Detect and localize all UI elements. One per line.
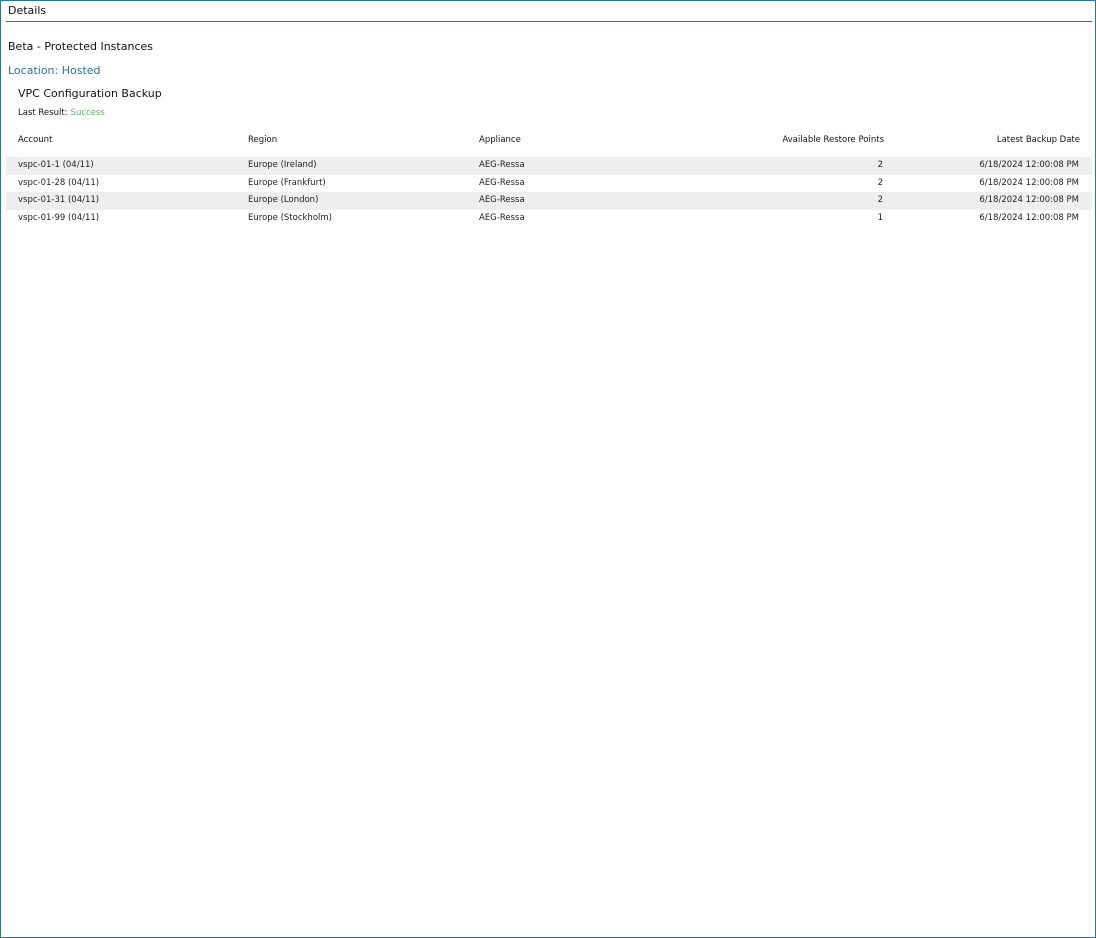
column-header-region: Region [248, 135, 278, 145]
cell-latest-backup-date: 6/18/2024 12:00:08 PM [979, 177, 1079, 188]
cell-account: vspc-01-31 (04/11) [18, 195, 100, 205]
last-result-value: Success [70, 108, 105, 118]
cell-region: Europe (London) [248, 195, 319, 205]
table-header-row: Account Region Appliance Available Resto… [6, 132, 1092, 157]
cell-account: vspc-01-1 (04/11) [18, 160, 94, 170]
cell-latest-backup-date: 6/18/2024 12:00:08 PM [979, 212, 1079, 223]
cell-region: Europe (Frankfurt) [248, 177, 326, 188]
panel-title: Details [8, 4, 47, 17]
cell-region: Europe (Ireland) [248, 160, 317, 170]
details-panel: Details Beta - Protected Instances Locat… [0, 0, 1096, 938]
cell-appliance: AEG-Ressa [479, 177, 525, 188]
table-row: vspc-01-99 (04/11) Europe (Stockholm) AE… [6, 210, 1092, 228]
cell-account: vspc-01-28 (04/11) [18, 177, 100, 188]
cell-latest-backup-date: 6/18/2024 12:00:08 PM [979, 160, 1079, 170]
report-title: Beta - Protected Instances [8, 40, 153, 53]
instances-table: Account Region Appliance Available Resto… [6, 132, 1092, 227]
column-header-restore-points: Available Restore Points [782, 135, 884, 145]
location-label: Location: Hosted [8, 64, 101, 77]
cell-appliance: AEG-Ressa [479, 212, 525, 223]
column-header-account: Account [18, 135, 53, 145]
last-result: Last Result: Success [18, 108, 105, 118]
cell-appliance: AEG-Ressa [479, 195, 525, 205]
cell-latest-backup-date: 6/18/2024 12:00:08 PM [979, 195, 1079, 205]
column-header-appliance: Appliance [479, 135, 521, 145]
cell-restore-points: 2 [877, 195, 883, 205]
cell-account: vspc-01-99 (04/11) [18, 212, 100, 223]
cell-appliance: AEG-Ressa [479, 160, 525, 170]
last-result-label: Last Result: [18, 108, 68, 118]
column-header-latest-backup-date: Latest Backup Date [996, 135, 1080, 145]
table-row: vspc-01-28 (04/11) Europe (Frankfurt) AE… [6, 175, 1092, 193]
table-row: vspc-01-1 (04/11) Europe (Ireland) AEG-R… [6, 157, 1092, 175]
cell-restore-points: 2 [877, 177, 883, 188]
panel-header: Details [6, 1, 1092, 22]
table-row: vspc-01-31 (04/11) Europe (London) AEG-R… [6, 192, 1092, 210]
cell-restore-points: 2 [877, 160, 883, 170]
cell-restore-points: 1 [877, 212, 883, 223]
cell-region: Europe (Stockholm) [248, 212, 332, 223]
section-title: VPC Configuration Backup [18, 87, 162, 100]
